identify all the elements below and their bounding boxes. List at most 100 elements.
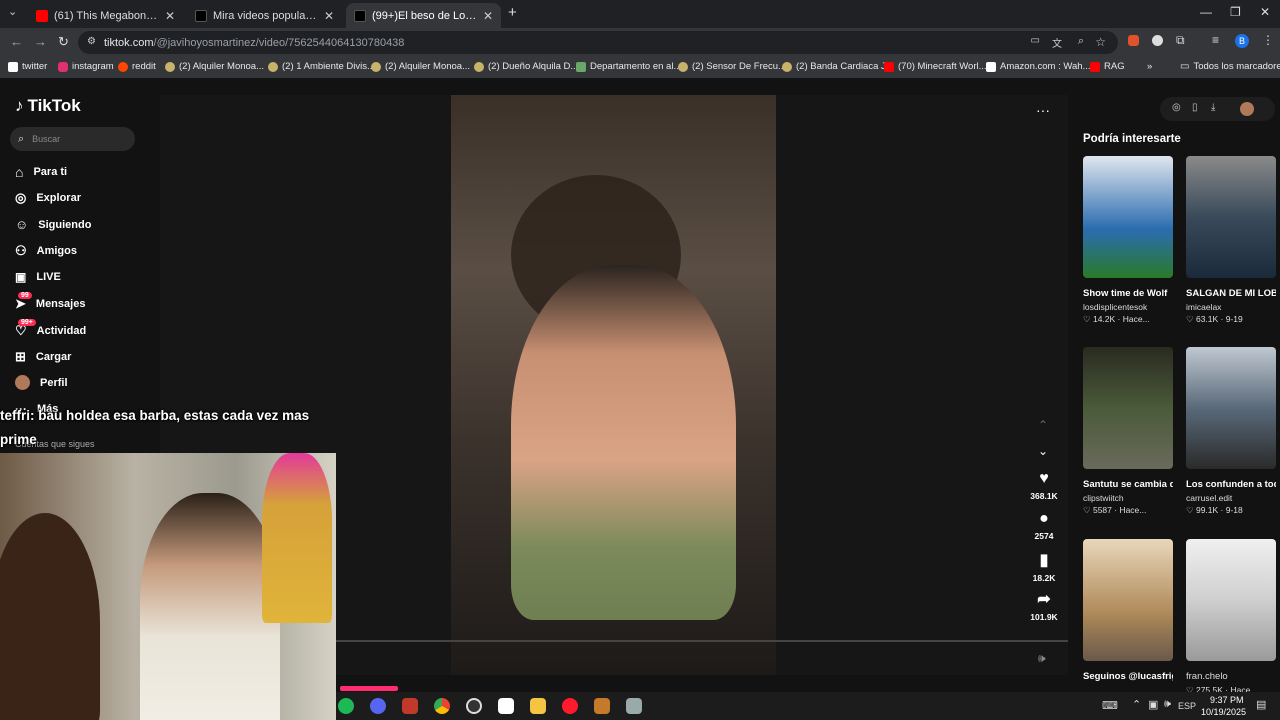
minimize-icon[interactable]: — (1200, 5, 1212, 19)
discord-icon[interactable] (370, 698, 386, 714)
share-button[interactable]: ➦ 101.9K (1026, 589, 1062, 622)
menu-icon[interactable]: ⋮ (1262, 33, 1274, 47)
video-frame[interactable] (451, 95, 776, 675)
video-thumbnail[interactable] (1186, 539, 1276, 661)
clock-time[interactable]: 9:37 PM (1210, 695, 1244, 705)
reading-list-icon[interactable]: ≡ (1212, 33, 1219, 47)
translate-icon[interactable]: 文 (1052, 35, 1062, 50)
all-bookmarks-button[interactable]: ▭ Todos los marcadores (1180, 61, 1280, 72)
close-window-icon[interactable]: ✕ (1260, 5, 1270, 19)
volume-icon[interactable]: 🕪 (1164, 698, 1171, 711)
avatar[interactable] (1240, 102, 1254, 116)
more-options-icon[interactable]: ··· (1036, 102, 1050, 118)
video-thumbnail[interactable] (1083, 156, 1173, 278)
obs-icon[interactable] (466, 698, 482, 714)
nav-explorar[interactable]: ◎ Explorar (15, 190, 81, 206)
bookmark-item[interactable]: (2) Alquiler Monoa... (165, 61, 264, 72)
tab-tiktok-popular[interactable]: Mira videos populares seleccion ✕ (187, 3, 342, 28)
zoom-icon[interactable]: ⌕ (1078, 35, 1084, 48)
close-icon[interactable]: ✕ (324, 9, 334, 23)
previous-video-icon[interactable]: ⌃ (1038, 418, 1048, 432)
twitch-icon[interactable] (402, 698, 418, 714)
close-icon[interactable]: ✕ (165, 9, 175, 23)
bookmark-item[interactable]: twitter (8, 61, 47, 72)
volume-icon[interactable]: 🕪 (1038, 651, 1046, 666)
back-icon[interactable]: ← (10, 34, 23, 49)
save-count: 18.2K (1032, 573, 1056, 583)
video-card[interactable]: Show time de Wolf losdisplicentesok ♡ 14… (1083, 156, 1173, 325)
nav-para-ti[interactable]: ⌂ Para ti (15, 164, 67, 180)
clock-date[interactable]: 10/19/2025 (1201, 707, 1246, 717)
video-thumbnail[interactable] (1186, 156, 1276, 278)
comment-button[interactable]: ● 2574 (1026, 510, 1062, 541)
bookmark-item[interactable]: (2) Alquiler Monoa... (371, 61, 470, 72)
extension-icon[interactable] (1128, 35, 1139, 46)
bookmark-item[interactable]: (2) Banda Cardiaca J... (782, 61, 894, 72)
spotify-icon[interactable] (338, 698, 354, 714)
heart-icon: ♥ (1039, 470, 1049, 487)
compass-icon[interactable]: ◎ (1172, 102, 1181, 113)
card-title: fran.chelo (1186, 671, 1228, 682)
next-video-icon[interactable]: ⌄ (1038, 444, 1048, 458)
video-thumbnail[interactable] (1083, 347, 1173, 469)
restore-icon[interactable]: ❐ (1230, 5, 1241, 19)
tab-search-icon[interactable]: ⌄ (8, 5, 17, 18)
profile-avatar[interactable]: B (1235, 34, 1249, 48)
bookmark-item[interactable]: Departamento en al... (576, 61, 681, 72)
app-icon[interactable] (626, 698, 642, 714)
nav-live[interactable]: ▣ LIVE (15, 270, 61, 284)
notifications-icon[interactable]: ▤ (1256, 698, 1266, 711)
video-card[interactable]: SALGAN DE MI LOBBY YA #fyp... imicaelax … (1186, 156, 1276, 325)
extension-icon[interactable] (1152, 35, 1163, 46)
bookmark-item[interactable]: (70) Minecraft Worl... (884, 61, 987, 72)
folder-icon[interactable] (530, 698, 546, 714)
search-input[interactable]: ⌕ Buscar (10, 127, 135, 151)
site-info-icon[interactable]: ⚙ (87, 36, 96, 47)
nav-amigos[interactable]: ⚇ Amigos (15, 243, 77, 259)
bookmark-item[interactable]: (2) Sensor De Frecu... (678, 61, 786, 72)
device-icon[interactable]: ▯ (1192, 102, 1198, 113)
tiktok-logo[interactable]: ♪ TikTok (15, 96, 81, 116)
video-thumbnail[interactable] (1186, 347, 1276, 469)
game-icon[interactable] (594, 698, 610, 714)
new-tab-button[interactable]: + (508, 4, 517, 21)
bookmark-item[interactable]: Amazon.com : Wah... (986, 61, 1090, 72)
bookmarks-overflow-button[interactable]: » (1147, 61, 1152, 72)
save-button[interactable]: ▮ 18.2K (1026, 550, 1062, 583)
video-progress-track[interactable] (336, 640, 1068, 642)
video-thumbnail[interactable] (1083, 539, 1173, 661)
like-button[interactable]: ♥ 368.1K (1026, 470, 1062, 501)
bookmark-star-icon[interactable]: ☆ (1095, 35, 1106, 49)
language-indicator[interactable]: ESP (1178, 701, 1196, 711)
bookmark-item[interactable]: RAG (1090, 61, 1125, 72)
bookmark-item[interactable]: reddit (118, 61, 156, 72)
app-icon[interactable] (498, 698, 514, 714)
chevron-up-icon[interactable]: ⌃ (1132, 698, 1141, 711)
cast-icon[interactable]: ▭ (1031, 35, 1040, 46)
youtube-icon (1090, 61, 1100, 72)
network-icon[interactable]: ▣ (1148, 698, 1158, 711)
video-card[interactable]: fran.chelo ♡ 275.5K · Hace... (1186, 539, 1276, 696)
close-icon[interactable]: ✕ (483, 9, 493, 23)
chrome-icon[interactable] (434, 698, 450, 714)
tab-youtube[interactable]: (61) This Megabonk Build Gives ✕ (28, 3, 183, 28)
video-card[interactable]: Los confunden a todos en el Imp0st... ca… (1186, 347, 1276, 516)
forward-icon[interactable]: → (34, 34, 47, 49)
bookmark-item[interactable]: (2) Dueño Alquila D... (474, 61, 578, 72)
video-card[interactable]: Seguinos @lucasfriger... (1083, 539, 1173, 683)
opera-icon[interactable] (562, 698, 578, 714)
extensions-puzzle-icon[interactable]: ⧉ (1176, 33, 1185, 48)
url-input[interactable]: ⚙ tiktok.com/@javihoyosmartinez/video/75… (78, 31, 1118, 54)
tab-tiktok-active[interactable]: (99+)El beso de Lola Indigo e l ✕ (346, 3, 501, 28)
video-card[interactable]: Santutu se cambia de bando? #kick... cli… (1083, 347, 1173, 516)
nav-cargar[interactable]: ⊞ Cargar (15, 349, 71, 365)
keyboard-icon[interactable]: ⌨ (1102, 699, 1118, 712)
download-icon[interactable]: ⤓ (1211, 102, 1215, 113)
nav-perfil[interactable]: Perfil (15, 375, 68, 390)
reload-icon[interactable]: ↻ (58, 34, 69, 50)
bookmark-item[interactable]: instagram (58, 61, 114, 72)
nav-siguiendo[interactable]: ☺ Siguiendo (15, 217, 91, 232)
bookmark-label: twitter (22, 61, 48, 72)
bookmark-item[interactable]: (2) 1 Ambiente Divis... (268, 61, 375, 72)
chat-username: teffri (0, 408, 30, 423)
